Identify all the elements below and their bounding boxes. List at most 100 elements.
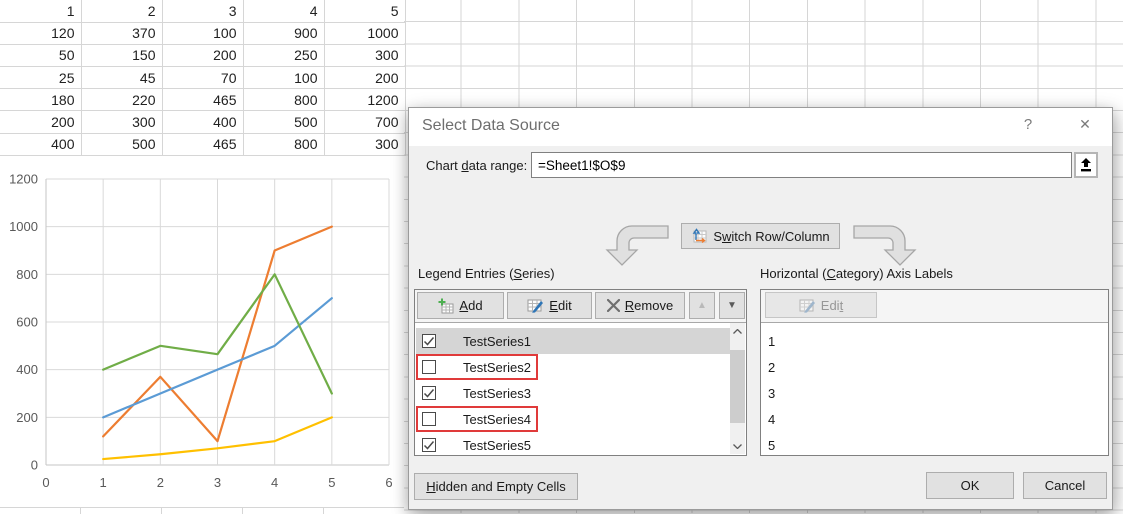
cell[interactable]: 300 bbox=[324, 133, 405, 155]
cell[interactable]: 1 bbox=[0, 0, 81, 22]
axis-edit-button-label: Edit bbox=[821, 298, 843, 313]
label-text: Chart bbox=[426, 158, 461, 173]
cell[interactable]: 3 bbox=[162, 0, 243, 22]
cell[interactable]: 400 bbox=[162, 111, 243, 133]
table-row: 200300400500700 bbox=[0, 111, 405, 133]
help-icon[interactable]: ? bbox=[1017, 113, 1039, 135]
cell[interactable]: 2 bbox=[81, 0, 162, 22]
hidden-button-label: Hidden and Empty Cells bbox=[426, 479, 565, 494]
cell[interactable]: 500 bbox=[81, 133, 162, 155]
cell[interactable]: 200 bbox=[162, 44, 243, 66]
dialog-title: Select Data Source bbox=[422, 117, 560, 135]
cell[interactable]: 220 bbox=[81, 89, 162, 111]
svg-text:0: 0 bbox=[42, 475, 49, 490]
table-row: 1802204658001200 bbox=[0, 89, 405, 111]
scrollbar-up-icon[interactable] bbox=[730, 323, 745, 339]
cancel-button[interactable]: Cancel bbox=[1023, 472, 1107, 499]
cell[interactable]: 250 bbox=[243, 44, 324, 66]
edit-axis-labels-button[interactable]: Edit bbox=[765, 292, 877, 318]
series-name: TestSeries1 bbox=[463, 334, 531, 349]
cell[interactable]: 500 bbox=[243, 111, 324, 133]
table-row: 1203701009001000 bbox=[0, 22, 405, 44]
add-series-button[interactable]: Add bbox=[417, 292, 504, 319]
svg-text:1: 1 bbox=[100, 475, 107, 490]
axis-label-item[interactable]: 4 bbox=[762, 406, 1107, 432]
cell[interactable]: 180 bbox=[0, 89, 81, 111]
cell[interactable]: 100 bbox=[162, 22, 243, 44]
cell[interactable]: 120 bbox=[0, 22, 81, 44]
series-row[interactable]: TestSeries3 bbox=[416, 380, 745, 406]
add-button-label: Add bbox=[459, 298, 482, 313]
cell[interactable]: 50 bbox=[0, 44, 81, 66]
remove-button-label: Remove bbox=[625, 298, 673, 313]
ok-button[interactable]: OK bbox=[926, 472, 1014, 499]
embedded-line-chart[interactable]: 0200400600800100012000123456 bbox=[0, 157, 404, 507]
collapse-dialog-button[interactable] bbox=[1074, 152, 1098, 178]
up-arrow-icon: ▲ bbox=[697, 300, 707, 311]
dialog-titlebar[interactable]: Select Data Source ? ✕ bbox=[409, 108, 1112, 146]
svg-text:800: 800 bbox=[16, 267, 38, 282]
switch-button-label: Switch Row/Column bbox=[713, 229, 829, 244]
series-checkbox[interactable] bbox=[422, 386, 436, 400]
chart-data-range-label: Chart data range: bbox=[426, 158, 527, 173]
table-row: 50150200250300 bbox=[0, 44, 405, 66]
down-arrow-icon: ▼ bbox=[727, 300, 737, 311]
switch-row-column-button[interactable]: Switch Row/Column bbox=[681, 223, 840, 249]
axis-labels-list: 12345 bbox=[762, 322, 1107, 454]
series-name: TestSeries3 bbox=[463, 386, 531, 401]
cell[interactable]: 465 bbox=[162, 133, 243, 155]
series-list: TestSeries1TestSeries2TestSeries3TestSer… bbox=[416, 322, 745, 454]
annotation-red-box bbox=[416, 354, 538, 380]
cell[interactable]: 4 bbox=[243, 0, 324, 22]
cell[interactable]: 45 bbox=[81, 67, 162, 89]
cell[interactable]: 1000 bbox=[324, 22, 405, 44]
cell[interactable]: 400 bbox=[0, 133, 81, 155]
cell[interactable]: 25 bbox=[0, 67, 81, 89]
cell[interactable]: 465 bbox=[162, 89, 243, 111]
series-checkbox[interactable] bbox=[422, 334, 436, 348]
series-name: TestSeries5 bbox=[463, 438, 531, 453]
cell[interactable]: 700 bbox=[324, 111, 405, 133]
move-up-button[interactable]: ▲ bbox=[689, 292, 715, 319]
edit-icon bbox=[799, 298, 816, 313]
table-row: 254570100200 bbox=[0, 67, 405, 89]
move-down-button[interactable]: ▼ bbox=[719, 292, 745, 319]
cell[interactable]: 70 bbox=[162, 67, 243, 89]
axis-label-item[interactable]: 5 bbox=[762, 432, 1107, 454]
remove-x-icon bbox=[607, 299, 620, 312]
axis-label-item[interactable]: 3 bbox=[762, 380, 1107, 406]
cell[interactable]: 1200 bbox=[324, 89, 405, 111]
remove-series-button[interactable]: Remove bbox=[595, 292, 685, 319]
cell[interactable]: 100 bbox=[243, 67, 324, 89]
series-checkbox[interactable] bbox=[422, 438, 436, 452]
series-list-scrollbar[interactable] bbox=[730, 323, 745, 454]
cell[interactable]: 370 bbox=[81, 22, 162, 44]
series-row[interactable]: TestSeries1 bbox=[416, 328, 730, 354]
cell[interactable]: 200 bbox=[324, 67, 405, 89]
chart-data-range-input[interactable] bbox=[531, 152, 1072, 178]
axis-labels-section-label: Horizontal (Category) Axis Labels bbox=[760, 266, 953, 281]
edit-series-button[interactable]: Edit bbox=[507, 292, 592, 319]
cell[interactable]: 900 bbox=[243, 22, 324, 44]
close-icon[interactable]: ✕ bbox=[1074, 113, 1096, 135]
scrollbar-down-icon[interactable] bbox=[730, 438, 745, 454]
annotation-red-box bbox=[416, 406, 538, 432]
cell[interactable]: 800 bbox=[243, 89, 324, 111]
cell[interactable]: 5 bbox=[324, 0, 405, 22]
scrollbar-thumb[interactable] bbox=[730, 350, 745, 423]
cell[interactable]: 200 bbox=[0, 111, 81, 133]
label-accelerator: d bbox=[461, 158, 468, 173]
series-row[interactable]: TestSeries5 bbox=[416, 432, 745, 454]
cell[interactable]: 150 bbox=[81, 44, 162, 66]
axis-label-item[interactable]: 2 bbox=[762, 354, 1107, 380]
cell[interactable]: 800 bbox=[243, 133, 324, 155]
spreadsheet-data: 1234512037010090010005015020025030025457… bbox=[0, 0, 406, 156]
axis-label-item[interactable]: 1 bbox=[762, 328, 1107, 354]
cell[interactable]: 300 bbox=[81, 111, 162, 133]
collapse-range-icon bbox=[1079, 158, 1093, 173]
cell[interactable]: 300 bbox=[324, 44, 405, 66]
svg-text:3: 3 bbox=[214, 475, 221, 490]
chart-plot-area: 0200400600800100012000123456 bbox=[0, 157, 404, 507]
table-row: 12345 bbox=[0, 0, 405, 22]
hidden-and-empty-cells-button[interactable]: Hidden and Empty Cells bbox=[414, 473, 578, 500]
